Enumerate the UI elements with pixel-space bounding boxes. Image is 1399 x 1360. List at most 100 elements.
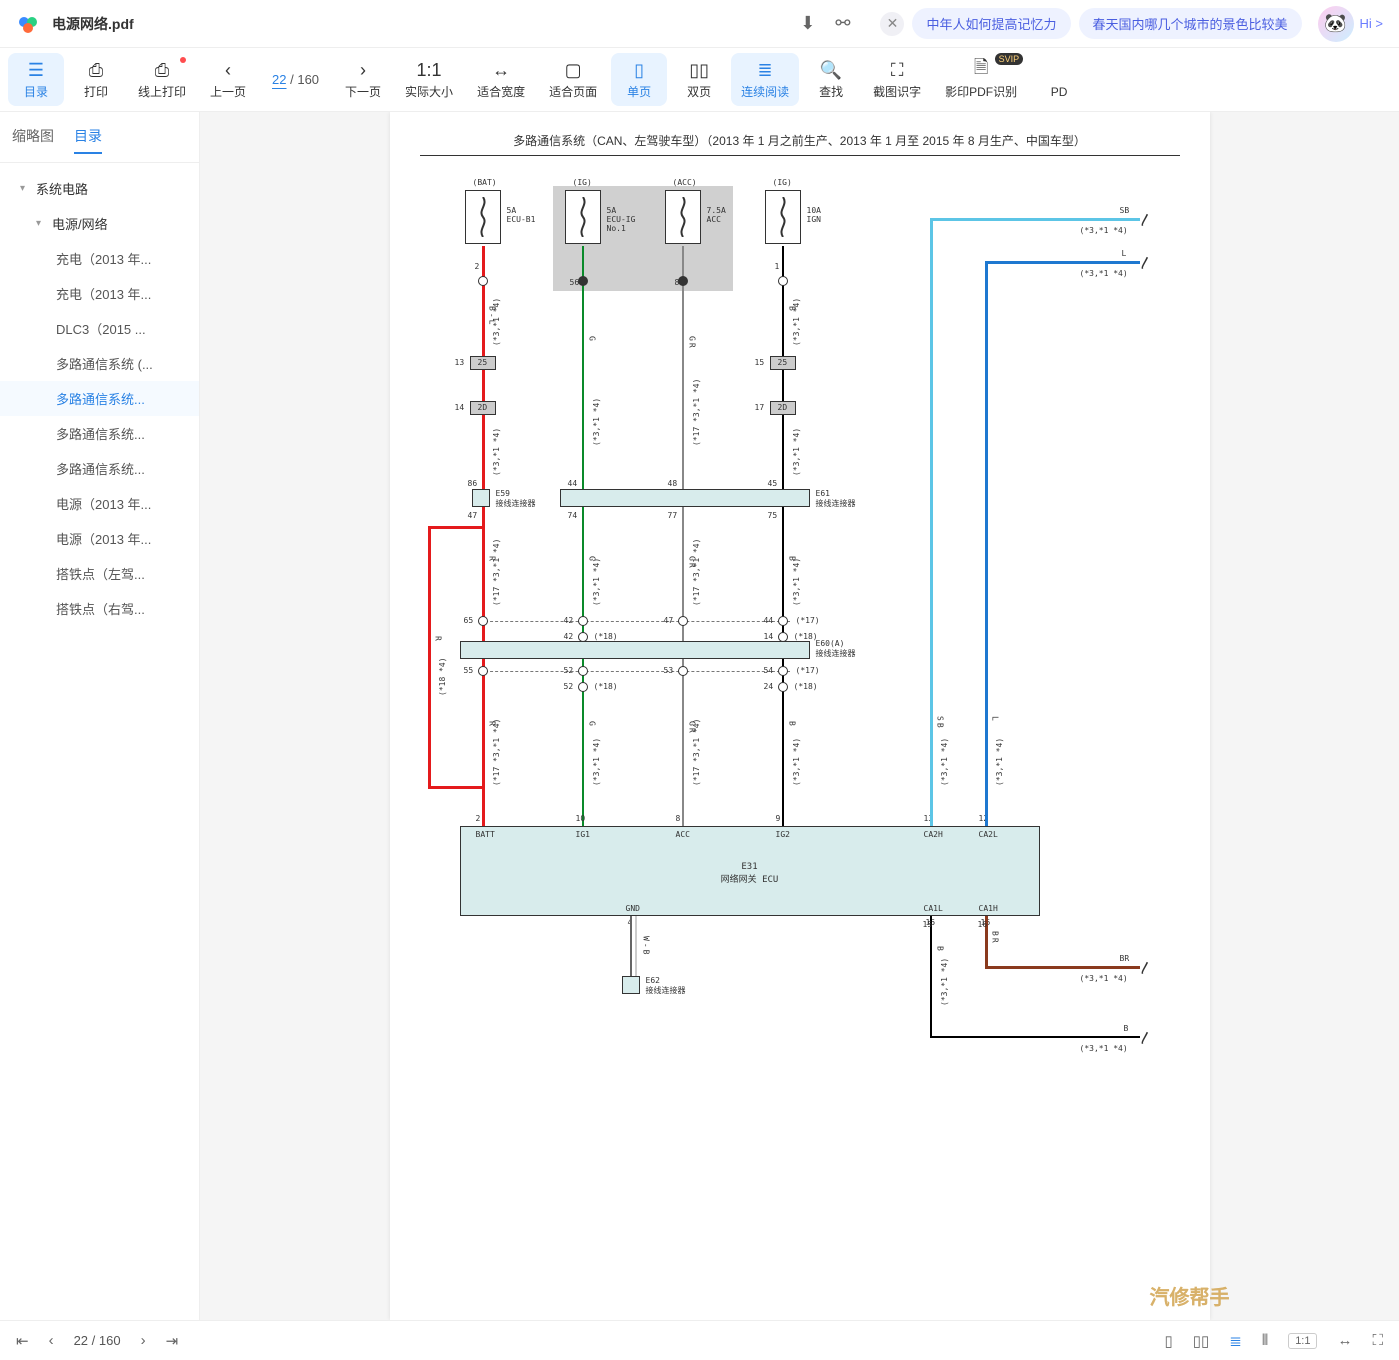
tool-pdf_ocr[interactable]: 🗎 影印PDF识别 SVIP <box>935 53 1027 106</box>
view-single-icon[interactable]: ▯ <box>1165 1332 1173 1350</box>
tool-label: 连续阅读 <box>741 83 789 100</box>
tool-toc[interactable]: ☰ 目录 <box>8 53 64 106</box>
close-suggestions-icon[interactable]: ✕ <box>880 12 904 36</box>
tool-label: 实际大小 <box>405 83 453 100</box>
tool-single[interactable]: ▯单页 <box>611 53 667 106</box>
tree-item[interactable]: 搭铁点（左驾... <box>0 556 199 591</box>
tool-print[interactable]: ⎙打印 <box>68 53 124 106</box>
page-title: 多路通信系统（CAN、左驾驶车型）（2013 年 1 月之前生产、2013 年 … <box>420 132 1180 156</box>
tool-label: 适合页面 <box>549 83 597 100</box>
dashed-line <box>480 671 790 672</box>
tool-online_print[interactable]: ⎙线上打印 <box>128 53 196 106</box>
tree-item[interactable]: 充电（2013 年... <box>0 276 199 311</box>
tree-item[interactable]: 多路通信系统 (... <box>0 346 199 381</box>
tool-label: 影印PDF识别 <box>945 83 1017 100</box>
tree-label: 系统电路 <box>36 179 88 198</box>
tool-continuous[interactable]: ≣ 连续阅读 <box>731 53 799 106</box>
sidebar-tabs: 缩略图目录 <box>0 112 199 163</box>
document-viewport[interactable]: 多路通信系统（CAN、左驾驶车型）（2013 年 1 月之前生产、2013 年 … <box>200 112 1399 1320</box>
last-page-icon[interactable]: ⇥ <box>166 1332 179 1350</box>
tree-item[interactable]: 充电（2013 年... <box>0 241 199 276</box>
title-bar: 电源网络.pdf ⬇ ⚯ ✕ 中年人如何提高记忆力 春天国内哪几个城市的景色比较… <box>0 0 1399 48</box>
fuse-box <box>665 190 701 244</box>
tool-ocr_crop[interactable]: ⛶截图识字 <box>863 53 931 106</box>
tree-item[interactable]: DLC3（2015 ... <box>0 311 199 346</box>
tree-item[interactable]: 多路通信系统... <box>0 381 199 416</box>
first-page-icon[interactable]: ⇤ <box>16 1332 29 1350</box>
tree-item[interactable]: ▾ 系统电路 <box>0 171 199 206</box>
tree-item[interactable]: 电源（2013 年... <box>0 521 199 556</box>
e60-label: E60(A) 接线连接器 <box>816 639 856 659</box>
wire-ca2h <box>930 218 933 826</box>
wire-color-label: G <box>588 336 597 343</box>
tool-label: 查找 <box>819 83 843 100</box>
pin-label: 2 <box>475 262 480 271</box>
app-logo-icon <box>16 12 40 36</box>
fit-page-icon[interactable]: ⛶ <box>1372 1332 1383 1349</box>
actual-icon: 1:1 <box>417 59 442 81</box>
prev-icon: ‹ <box>225 59 231 81</box>
wire-bat <box>482 246 485 826</box>
tool-next[interactable]: ›下一页 <box>335 53 391 106</box>
next-icon: › <box>360 59 366 81</box>
fit-width-icon[interactable]: ↔ <box>1337 1332 1352 1349</box>
suggestion-pill-1[interactable]: 中年人如何提高记忆力 <box>912 8 1070 39</box>
view-book-icon[interactable]: ⫴ <box>1262 1332 1268 1349</box>
tree-label: 充电（2013 年... <box>56 284 151 303</box>
tree-label: 多路通信系统... <box>56 389 145 408</box>
next-page-icon[interactable]: › <box>141 1332 146 1349</box>
tool-label: 上一页 <box>210 83 246 100</box>
wire-red-branch <box>428 526 431 786</box>
tool-actual[interactable]: 1:1 实际大小 <box>395 53 463 106</box>
prev-page-icon[interactable]: ‹ <box>49 1332 54 1349</box>
wire-br-out <box>985 966 1140 969</box>
continuous-icon: ≣ <box>758 59 773 81</box>
toc-icon: ☰ <box>28 59 44 81</box>
svip-badge: SVIP <box>995 53 1024 65</box>
tree-item[interactable]: 搭铁点（右驾... <box>0 591 199 626</box>
sidebar-tab[interactable]: 缩略图 <box>12 120 54 154</box>
e60-connector <box>460 641 810 659</box>
wire-note: (*17 *3,*1 *4) <box>692 379 701 446</box>
e61-connector <box>560 489 810 507</box>
tool-label: 目录 <box>24 83 48 100</box>
e59-label: E59 接线连接器 <box>496 489 536 509</box>
wire-gnd <box>630 916 632 976</box>
pdf_ocr-icon: 🗎 <box>974 59 988 81</box>
wire-note: (*3,*1 *4) <box>792 428 801 476</box>
suggestion-pill-2[interactable]: 春天国内哪几个城市的景色比较美 <box>1079 8 1302 39</box>
single-icon: ▯ <box>634 59 644 81</box>
share-icon[interactable]: ⚯ <box>835 13 850 34</box>
tool-fit_page[interactable]: ▢适合页面 <box>539 53 607 106</box>
tool-label: 线上打印 <box>138 83 186 100</box>
hi-badge[interactable]: Hi > <box>1360 16 1383 31</box>
file-name: 电源网络.pdf <box>52 14 134 34</box>
zoom-ratio[interactable]: 1:1 <box>1288 1333 1317 1349</box>
view-double-icon[interactable]: ▯▯ <box>1193 1332 1210 1350</box>
tool-label: 双页 <box>687 83 711 100</box>
tool-fit_width[interactable]: ↔适合宽度 <box>467 53 535 106</box>
tool-search[interactable]: 🔍查找 <box>803 53 859 106</box>
tree-item[interactable]: ▾电源/网络 <box>0 206 199 241</box>
download-icon[interactable]: ⬇ <box>800 13 815 34</box>
tree-label: 搭铁点（右驾... <box>56 599 145 618</box>
wire-ca2l <box>985 261 988 826</box>
wire-ig2 <box>782 246 784 826</box>
fuse-box <box>465 190 501 244</box>
tool-pdf_more[interactable]: PD <box>1031 55 1087 105</box>
avatar-icon[interactable]: 🐼 <box>1318 6 1354 42</box>
tree-item[interactable]: 电源（2013 年... <box>0 486 199 521</box>
chevron-down-icon: ▾ <box>20 183 30 194</box>
fuse-box <box>565 190 601 244</box>
page-indicator: 22 / 160 <box>260 72 331 87</box>
sidebar-tab[interactable]: 目录 <box>74 120 102 154</box>
tool-double[interactable]: ▯▯双页 <box>671 53 727 106</box>
tree-label: 电源（2013 年... <box>56 529 151 548</box>
tree-item[interactable]: 多路通信系统... <box>0 451 199 486</box>
wire-note: (*3,*1 *4) <box>592 398 601 446</box>
wire-note: (*3,*1 *4) <box>492 428 501 476</box>
view-cont-icon[interactable]: ≣ <box>1229 1332 1242 1350</box>
tool-prev[interactable]: ‹ 上一页 <box>200 53 256 106</box>
wire-ig1 <box>582 246 584 826</box>
tree-item[interactable]: 多路通信系统... <box>0 416 199 451</box>
